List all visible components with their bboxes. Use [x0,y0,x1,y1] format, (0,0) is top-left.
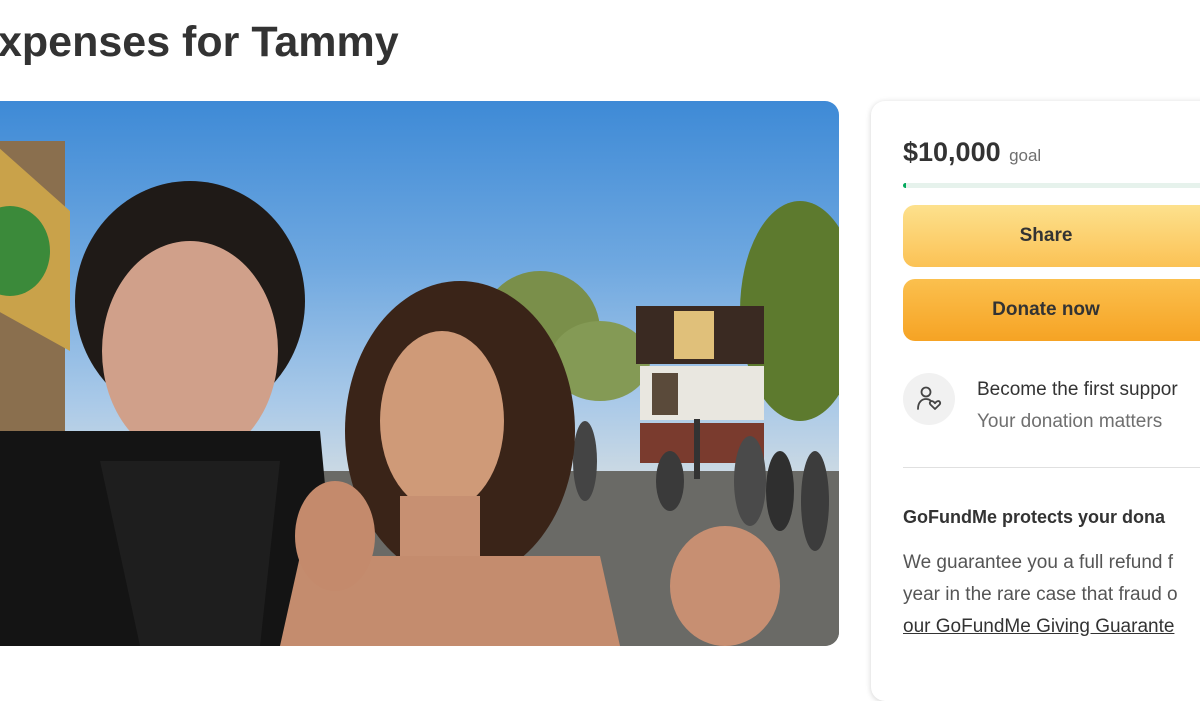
campaign-title: xpenses for Tammy [0,18,399,66]
donation-card: $10,000 goal Share Donate now Become the… [871,101,1200,701]
giving-guarantee-link[interactable]: our GoFundMe Giving Guarante [903,616,1174,637]
campaign-photo[interactable] [0,101,839,646]
campaign-photo-illustration [0,141,839,646]
goal-summary: $10,000 goal [903,137,1041,168]
progress-fill [903,183,907,188]
donate-now-button[interactable]: Donate now [903,279,1200,341]
first-supporter-prompt: Become the first suppor Your donation ma… [903,373,1200,433]
protection-line: We guarantee you a full refund f [903,552,1174,573]
goal-label: goal [1009,146,1042,165]
progress-bar [903,183,1200,188]
supporter-heart-icon [903,373,955,425]
supporter-subtitle: Your donation matters [977,411,1163,432]
protection-line: year in the rare case that fraud o [903,584,1178,605]
goal-amount: $10,000 [903,137,1001,167]
protection-text: We guarantee you a full refund f year in… [903,547,1178,643]
protection-title: GoFundMe protects your dona [903,507,1166,527]
share-button[interactable]: Share [903,205,1200,267]
divider [903,467,1200,468]
supporter-title: Become the first suppor [977,379,1178,400]
